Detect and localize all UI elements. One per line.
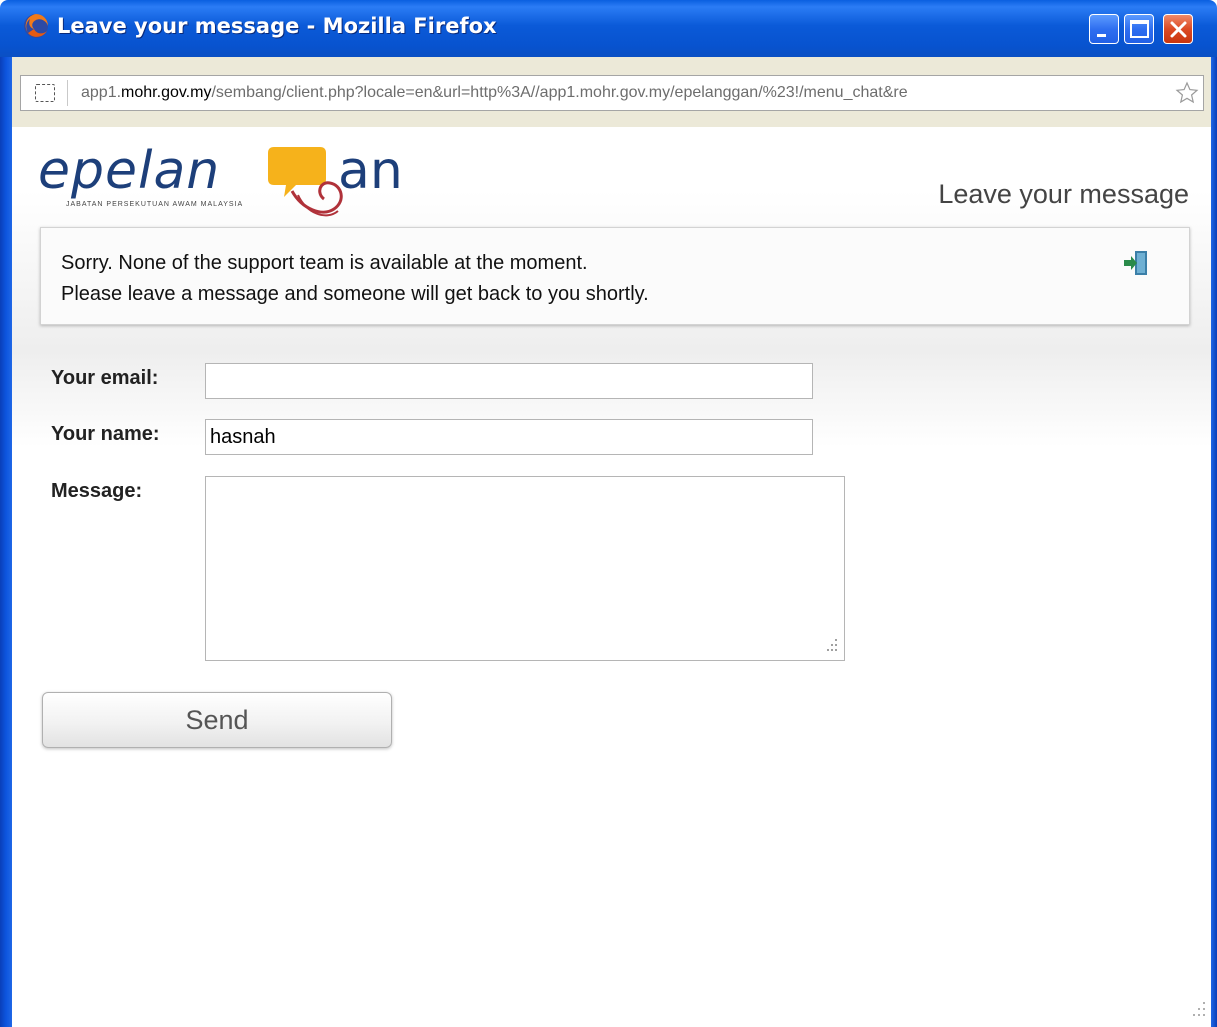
name-field[interactable] xyxy=(205,419,813,455)
logo-subtitle: JABATAN PERSEKUTUAN AWAM MALAYSIA xyxy=(66,201,244,208)
email-field[interactable] xyxy=(205,363,813,399)
page-title: Leave your message xyxy=(938,179,1189,209)
logo-text-part1: epelan xyxy=(38,141,221,201)
notice-box: Sorry. None of the support team is avail… xyxy=(40,227,1190,325)
resize-grip-icon[interactable] xyxy=(821,635,839,655)
maximize-icon xyxy=(1130,20,1149,38)
url-prefix: app1. xyxy=(81,84,122,101)
notice-line-1: Sorry. None of the support team is avail… xyxy=(61,252,588,274)
close-button[interactable] xyxy=(1163,14,1193,44)
exit-door-icon[interactable] xyxy=(1121,248,1151,278)
maximize-button[interactable] xyxy=(1124,14,1154,44)
message-textarea[interactable] xyxy=(205,476,845,661)
window-border-right xyxy=(1211,57,1217,1027)
name-label: Your name: xyxy=(51,423,160,445)
close-icon xyxy=(1170,21,1187,38)
url-bar-area: app1.mohr.gov.my/sembang/client.php?loca… xyxy=(12,57,1211,127)
url-text[interactable]: app1.mohr.gov.my/sembang/client.php?loca… xyxy=(81,84,1173,102)
page-content: epelan an JABATAN PERSEKUTUAN AWAM MALAY… xyxy=(12,127,1211,1027)
url-domain: mohr.gov.my xyxy=(121,84,212,101)
minimize-button[interactable] xyxy=(1089,14,1119,44)
star-icon[interactable] xyxy=(1175,81,1199,105)
logo: epelan an JABATAN PERSEKUTUAN AWAM MALAY… xyxy=(38,133,438,223)
minimize-icon xyxy=(1097,34,1106,37)
url-bar[interactable]: app1.mohr.gov.my/sembang/client.php?loca… xyxy=(20,75,1204,111)
message-label: Message: xyxy=(51,480,143,502)
logo-text-part2: an xyxy=(338,141,403,201)
send-button[interactable]: Send xyxy=(42,692,392,748)
url-separator xyxy=(67,80,68,106)
window-titlebar[interactable]: Leave your message - Mozilla Firefox xyxy=(0,0,1217,57)
email-label: Your email: xyxy=(51,367,159,389)
firefox-icon xyxy=(24,14,48,38)
site-identity-icon[interactable] xyxy=(35,84,55,102)
notice-line-2: Please leave a message and someone will … xyxy=(61,283,649,305)
window-title: Leave your message - Mozilla Firefox xyxy=(57,14,497,38)
url-path: /sembang/client.php?locale=en&url=http%3… xyxy=(211,84,908,101)
window-border-left xyxy=(0,57,12,1027)
window-resize-grip-icon[interactable] xyxy=(1186,996,1208,1020)
